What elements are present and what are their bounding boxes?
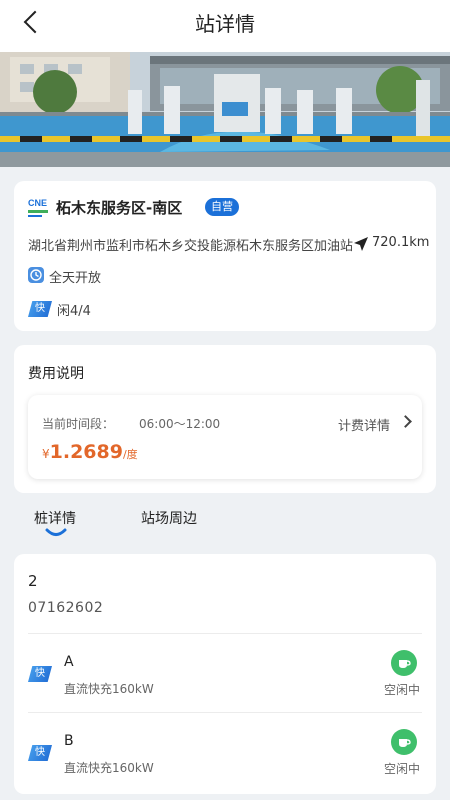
fast-charge-tag: 快 xyxy=(28,666,52,682)
current-fee-box[interactable]: 当前时间段： 06:00～12:00 计费详情 ¥1.2689/度 xyxy=(28,395,422,479)
fee-title: 费用说明 xyxy=(28,366,84,382)
tab-pile-details[interactable]: 桩详情 xyxy=(34,508,76,528)
page-title: 站详情 xyxy=(195,12,255,36)
price-currency: ¥ xyxy=(42,447,50,461)
station-photo xyxy=(0,52,450,167)
current-price: ¥1.2689/度 xyxy=(42,441,138,463)
fast-charge-tag: 快 xyxy=(28,301,52,317)
connector-status: 空闲中 xyxy=(384,762,421,776)
svg-text:CNE: CNE xyxy=(28,198,47,208)
chevron-right-icon[interactable] xyxy=(399,415,412,428)
period-time: 06:00～12:00 xyxy=(139,417,221,431)
connector-type: 直流快充160kW xyxy=(64,761,154,775)
cup-icon xyxy=(391,650,417,676)
station-photo-illustration xyxy=(0,52,450,167)
pile-number: 2 xyxy=(28,572,38,590)
active-tab-indicator xyxy=(45,528,67,536)
pile-card: 2 07162602 快 A 直流快充160kW 空闲中 快 B 直流快充160… xyxy=(14,554,436,794)
fee-detail-link[interactable]: 计费详情 xyxy=(338,415,390,434)
connector-status: 空闲中 xyxy=(384,683,421,697)
connector-type: 直流快充160kW xyxy=(64,682,154,696)
cne-logo-icon: CNE xyxy=(28,198,48,217)
connector-row[interactable]: 快 A 直流快充160kW 空闲中 xyxy=(14,634,436,712)
fast-charge-tag: 快 xyxy=(28,745,52,761)
cup-icon xyxy=(391,729,417,755)
period-label: 当前时间段： xyxy=(42,417,115,431)
top-bar: 站详情 xyxy=(0,0,450,52)
navigation-arrow-icon[interactable] xyxy=(353,236,369,252)
idle-count: 闲4/4 xyxy=(57,304,91,319)
connector-name: B xyxy=(64,733,74,749)
price-unit: /度 xyxy=(122,448,138,461)
tab-station-surroundings[interactable]: 站场周边 xyxy=(141,508,197,528)
station-info-card: CNE 柘木东服务区-南区 自营 湖北省荆州市监利市柘木乡交投能源柘木东服务区加… xyxy=(14,181,436,331)
connector-name: A xyxy=(64,654,74,670)
station-address: 湖北省荆州市监利市柘木乡交投能源柘木东服务区加油站 xyxy=(28,239,353,254)
price-amount: 1.2689 xyxy=(49,441,123,463)
detail-tabs: 桩详情 站场周边 xyxy=(14,500,436,544)
self-operated-badge: 自营 xyxy=(205,198,239,216)
open-hours: 全天开放 xyxy=(49,271,102,286)
connector-row[interactable]: 快 B 直流快充160kW 空闲中 xyxy=(14,713,436,791)
clock-icon xyxy=(28,267,44,283)
fee-card: 费用说明 当前时间段： 06:00～12:00 计费详情 ¥1.2689/度 xyxy=(14,345,436,493)
station-distance[interactable]: 720.1km xyxy=(372,235,429,250)
pile-code: 07162602 xyxy=(28,600,104,616)
station-name: 柘木东服务区-南区 xyxy=(56,199,183,217)
